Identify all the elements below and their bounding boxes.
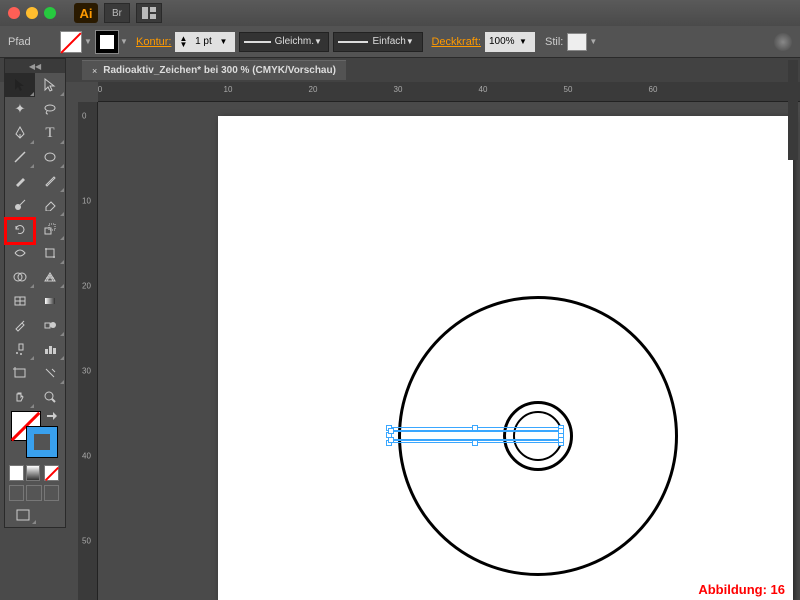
chevron-down-icon: ▼ <box>406 37 418 46</box>
chevron-down-icon[interactable]: ▼ <box>589 37 601 46</box>
path-anchor[interactable] <box>558 428 564 434</box>
gradient-mode-button[interactable] <box>26 465 41 481</box>
paintbrush-tool[interactable] <box>5 169 35 193</box>
draw-normal-button[interactable] <box>9 485 24 501</box>
type-tool[interactable]: T <box>35 121 65 145</box>
brush-label: Einfach <box>372 36 405 47</box>
ellipse-tool[interactable] <box>35 145 65 169</box>
screen-mode-button[interactable] <box>9 505 37 525</box>
tool-grid: ✦ T <box>5 73 65 409</box>
color-mode-button[interactable] <box>9 465 24 481</box>
variable-width-profile[interactable]: Gleichm.▼ <box>239 32 329 52</box>
swap-fill-stroke-icon[interactable] <box>45 411 59 425</box>
style-label: Stil: <box>545 36 563 48</box>
gradient-tool[interactable] <box>35 289 65 313</box>
pen-tool[interactable] <box>5 121 35 145</box>
hand-tool[interactable] <box>5 385 35 409</box>
chevron-down-icon[interactable]: ▼ <box>219 37 231 46</box>
app-logo: Ai <box>74 3 98 23</box>
path-anchor[interactable] <box>558 437 564 443</box>
figure-caption: Abbildung: 16 <box>698 582 785 597</box>
minimize-window-button[interactable] <box>26 7 38 19</box>
line-segment-tool[interactable] <box>5 145 35 169</box>
brush-definition[interactable]: Einfach▼ <box>333 32 423 52</box>
slice-tool[interactable] <box>35 361 65 385</box>
panel-grip[interactable]: ◀◀ <box>5 59 65 73</box>
stroke-weight-value: 1 pt <box>195 36 212 47</box>
blob-brush-tool[interactable] <box>5 193 35 217</box>
symbol-sprayer-tool[interactable] <box>5 337 35 361</box>
artboard: Abbildung: 16 <box>218 116 793 600</box>
zoom-tool[interactable] <box>35 385 65 409</box>
screen-mode-row <box>5 503 65 527</box>
chevron-down-icon: ▼ <box>314 37 324 46</box>
scale-tool[interactable] <box>35 217 65 241</box>
draw-inside-button[interactable] <box>44 485 59 501</box>
magic-wand-tool[interactable]: ✦ <box>5 97 35 121</box>
selection-tool[interactable] <box>5 73 35 97</box>
document-tab-row: × Radioaktiv_Zeichen* bei 300 % (CMYK/Vo… <box>0 58 800 82</box>
control-bar: Pfad ▼ ▼ Kontur: ▲▼ 1 pt ▼ Gleichm.▼ Ein… <box>0 26 800 58</box>
workspace: 0 10 20 30 40 50 60 0 10 20 30 40 50 <box>78 82 800 600</box>
path-anchor[interactable] <box>388 428 394 434</box>
fill-dropdown-icon[interactable]: ▼ <box>84 37 94 46</box>
panel-dock-collapse[interactable] <box>788 60 798 160</box>
draw-mode-row <box>5 483 65 503</box>
stroke-swatch[interactable] <box>96 31 118 53</box>
free-transform-tool[interactable] <box>35 241 65 265</box>
column-graph-tool[interactable] <box>35 337 65 361</box>
arrange-docs-button[interactable] <box>136 3 162 23</box>
document-tab[interactable]: × Radioaktiv_Zeichen* bei 300 % (CMYK/Vo… <box>82 60 346 80</box>
horizontal-ruler[interactable]: 0 10 20 30 40 50 60 <box>98 82 800 102</box>
color-mode-row <box>5 463 65 483</box>
opacity-input[interactable]: 100% ▼ <box>485 32 535 52</box>
vertical-ruler[interactable]: 0 10 20 30 40 50 <box>78 102 98 600</box>
fill-swatch[interactable] <box>60 31 82 53</box>
tool-panel: ◀◀ ✦ T <box>4 58 66 528</box>
path-anchor[interactable] <box>388 437 394 443</box>
lasso-tool[interactable] <box>35 97 65 121</box>
graphic-style-swatch[interactable] <box>567 33 587 51</box>
draw-behind-button[interactable] <box>26 485 41 501</box>
close-window-button[interactable] <box>8 7 20 19</box>
direct-selection-tool[interactable] <box>35 73 65 97</box>
selection-type-label: Pfad <box>8 36 48 48</box>
stroke-dropdown-icon[interactable]: ▼ <box>120 37 130 46</box>
eraser-tool[interactable] <box>35 193 65 217</box>
zoom-window-button[interactable] <box>44 7 56 19</box>
titlebar: Ai Br <box>0 0 800 26</box>
width-tool[interactable] <box>5 241 35 265</box>
opacity-label-link[interactable]: Deckkraft: <box>431 36 481 48</box>
perspective-grid-tool[interactable] <box>35 265 65 289</box>
selection-handle[interactable] <box>472 440 478 446</box>
close-tab-icon[interactable]: × <box>92 66 97 76</box>
stroke-weight-input[interactable]: ▲▼ 1 pt ▼ <box>175 32 235 52</box>
mesh-tool[interactable] <box>5 289 35 313</box>
fill-stroke-control[interactable] <box>5 409 65 463</box>
stroke-box[interactable] <box>27 427 57 457</box>
artboard-tool[interactable] <box>5 361 35 385</box>
chevron-down-icon: ▼ <box>519 37 531 46</box>
grid-icon <box>142 7 156 19</box>
canvas-area[interactable]: Abbildung: 16 <box>98 102 800 600</box>
pencil-tool[interactable] <box>35 169 65 193</box>
profile-label: Gleichm. <box>275 36 314 47</box>
stroke-label-link[interactable]: Kontur: <box>136 36 171 48</box>
shape-builder-tool[interactable] <box>5 265 35 289</box>
bridge-button[interactable]: Br <box>104 3 130 23</box>
eyedropper-tool[interactable] <box>5 313 35 337</box>
document-tab-label: Radioaktiv_Zeichen* bei 300 % (CMYK/Vors… <box>103 65 336 76</box>
opacity-value: 100% <box>489 36 515 47</box>
recolor-artwork-button[interactable] <box>774 33 792 51</box>
selection-handle[interactable] <box>472 425 478 431</box>
rotate-tool[interactable] <box>5 217 35 241</box>
none-mode-button[interactable] <box>44 465 59 481</box>
blend-tool[interactable] <box>35 313 65 337</box>
